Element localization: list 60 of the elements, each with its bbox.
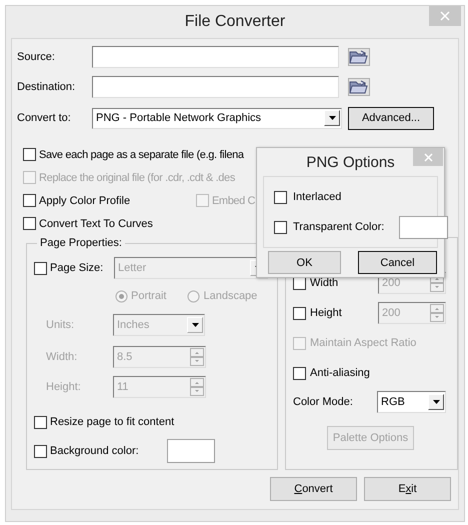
checkbox-label: Background color:	[50, 445, 139, 457]
dropdown[interactable]: RGB	[377, 391, 446, 413]
checkbox-label: Anti-aliasing	[310, 367, 370, 379]
close-icon	[424, 152, 432, 162]
checkbox[interactable]	[23, 194, 36, 207]
checkbox-label: Maintain Aspect Ratio	[310, 337, 416, 349]
checkbox-label: Resize page to fit content	[50, 416, 174, 428]
window-title: File Converter	[184, 13, 286, 31]
checkbox[interactable]	[23, 148, 36, 161]
checkbox[interactable]	[34, 416, 47, 428]
radio-label: Landscape	[203, 290, 258, 302]
caret-icon	[432, 400, 440, 404]
field-label: Units:	[46, 319, 76, 331]
spin-arrows-icon	[190, 378, 204, 396]
caret-icon	[328, 116, 336, 120]
exit-button[interactable]: Exit	[364, 477, 451, 501]
checkbox-label: Width	[310, 277, 340, 289]
field-label: Height:	[46, 381, 82, 393]
checkbox[interactable]	[23, 217, 36, 230]
checkbox-label: Interlaced	[293, 191, 342, 203]
folder-icon	[349, 49, 369, 65]
caret-icon	[192, 323, 198, 327]
cancel-button[interactable]: Cancel	[358, 251, 437, 274]
checkbox-label: Page Size:	[50, 262, 104, 274]
radio-button[interactable]	[115, 290, 128, 302]
checkbox[interactable]	[274, 220, 287, 234]
checkbox[interactable]	[274, 190, 287, 204]
checkbox-label: Save each page as a separate file (e.g. filena	[39, 148, 244, 160]
folder-icon	[349, 79, 369, 95]
checkbox-label: Embed C	[212, 194, 256, 206]
dropdown[interactable]: PNG - Portable Network Graphics	[92, 108, 342, 128]
field-label: Color Mode:	[293, 396, 354, 408]
path-field[interactable]	[92, 46, 339, 68]
group-title: Page Properties:	[39, 237, 123, 249]
checkbox-label: Transparent Color:	[293, 221, 384, 233]
path-field[interactable]	[92, 76, 339, 98]
convert-button[interactable]: Convert	[270, 477, 357, 501]
radio-label: Portrait	[131, 290, 166, 302]
field-label: Convert to:	[17, 112, 72, 124]
checkbox-label: Replace the original file (for .cdr, .cdt & .des	[39, 172, 235, 184]
radio-button[interactable]	[187, 290, 200, 302]
field-label: Destination:	[17, 81, 76, 93]
checkbox-label: Convert Text To Curves	[39, 218, 153, 230]
spin-arrows-icon	[430, 304, 444, 322]
checkbox-label: Height	[310, 307, 343, 319]
checkbox-label: Apply Color Profile	[39, 194, 132, 206]
advanced-button[interactable]: Advanced...	[348, 106, 434, 130]
ok-button[interactable]: OK	[268, 251, 341, 274]
close-icon	[440, 11, 450, 21]
spin-arrows-icon	[190, 348, 204, 366]
checkbox[interactable]	[34, 444, 47, 458]
checkbox[interactable]	[293, 366, 306, 380]
dialog-title: PNG Options	[306, 154, 395, 170]
browse-button[interactable]	[348, 78, 370, 96]
color-swatch[interactable]	[166, 439, 215, 463]
field-label: Source:	[17, 51, 56, 63]
color-swatch[interactable]	[399, 216, 448, 238]
browse-button[interactable]	[348, 48, 370, 66]
checkbox[interactable]	[293, 306, 306, 320]
field-label: Width:	[46, 351, 78, 363]
